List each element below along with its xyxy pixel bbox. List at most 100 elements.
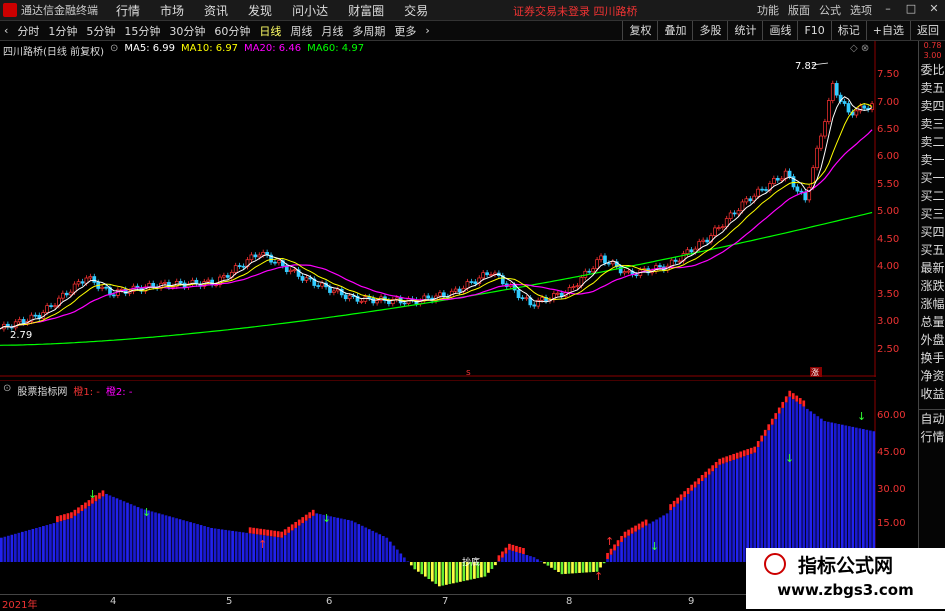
indicator-bar-top: [630, 527, 634, 534]
period-multi[interactable]: 多周期: [352, 23, 385, 39]
settings-icon[interactable]: ⊙: [110, 43, 118, 58]
menu-formula[interactable]: 公式: [819, 2, 841, 18]
candlestick-chart[interactable]: 7.82 2.79 s 涨: [0, 41, 876, 377]
indicator-bar-top: [101, 490, 105, 497]
side-buy2[interactable]: 买二: [919, 187, 945, 205]
indicator-bar: [0, 537, 3, 562]
tb-f10[interactable]: F10: [797, 21, 830, 40]
side-auto[interactable]: 自动: [919, 409, 945, 428]
indicator-bar: [434, 562, 438, 584]
signal-arrow-icon: ↓: [785, 452, 794, 465]
tb-add-watch[interactable]: +自选: [865, 21, 910, 40]
side-buy5[interactable]: 买五: [919, 241, 945, 259]
candle-body: [347, 295, 352, 300]
minimize-icon[interactable]: –: [881, 2, 895, 18]
indicator-bar: [189, 522, 192, 562]
menu-exchange[interactable]: 市场: [160, 2, 184, 19]
tb-mark[interactable]: 标记: [830, 21, 866, 40]
menu-market[interactable]: 行情: [116, 2, 140, 19]
indicator-bar: [94, 501, 98, 562]
tb-multi-stock[interactable]: 多股: [692, 21, 727, 40]
indicator-bar: [525, 555, 529, 562]
indicator-bar: [676, 503, 679, 562]
stock-name: 四川路桥(日线 前复权): [3, 47, 104, 58]
tb-overlay[interactable]: 叠加: [657, 21, 692, 40]
tb-prev-icon[interactable]: ‹: [4, 24, 8, 37]
period-60min[interactable]: 60分钟: [214, 23, 250, 39]
menu-layout[interactable]: 版面: [788, 2, 810, 18]
side-netasset[interactable]: 净资: [919, 367, 945, 385]
side-sell4[interactable]: 卖四: [919, 97, 945, 115]
period-weekly[interactable]: 周线: [290, 23, 312, 39]
tb-stats[interactable]: 统计: [727, 21, 762, 40]
period-30min[interactable]: 30分钟: [169, 23, 205, 39]
sub-settings-icon[interactable]: ⊙: [3, 383, 11, 398]
indicator-bar-top: [262, 529, 266, 536]
indicator-bar: [574, 562, 578, 574]
indicator-bar: [704, 477, 708, 562]
indicator-chart[interactable]: ↓ ↓ ↓ ↓ ↓ ↓ ↑ ↑ ↑ 抄底: [0, 380, 876, 593]
indicator-bar-top: [59, 515, 63, 522]
menu-news[interactable]: 资讯: [204, 2, 228, 19]
menu-function[interactable]: 功能: [757, 2, 779, 18]
side-weibi[interactable]: 委比: [919, 61, 945, 79]
period-toolbar: ‹ 分时 1分钟 5分钟 15分钟 30分钟 60分钟 日线 周线 月线 多周期…: [0, 21, 945, 41]
candle-body: [17, 319, 22, 323]
side-earnings[interactable]: 收益: [919, 385, 945, 403]
indicator-bar-top: [725, 456, 729, 463]
side-outer[interactable]: 外盘: [919, 331, 945, 349]
tb-adjust[interactable]: 复权: [622, 21, 657, 40]
indicator-bar: [756, 447, 760, 562]
indicator-bar: [154, 512, 157, 562]
side-sell3[interactable]: 卖三: [919, 115, 945, 133]
side-sell1[interactable]: 卖一: [919, 151, 945, 169]
candle-body: [206, 279, 211, 282]
indicator-bar-top: [721, 457, 725, 464]
menu-wealth[interactable]: 财富圈: [348, 2, 384, 19]
maximize-icon[interactable]: □: [904, 2, 918, 18]
indicator-bar: [623, 537, 627, 562]
login-notice[interactable]: 证券交易未登录 四川路桥: [513, 3, 638, 19]
period-1min[interactable]: 1分钟: [48, 23, 77, 39]
tb-draw[interactable]: 画线: [762, 21, 797, 40]
side-latest[interactable]: 最新: [919, 259, 945, 277]
side-sell2[interactable]: 卖二: [919, 133, 945, 151]
side-quote[interactable]: 行情: [919, 428, 945, 446]
indicator-bar: [634, 531, 637, 562]
indicator-bar: [861, 429, 865, 562]
diamond-icon[interactable]: ◇ ⊗: [850, 43, 869, 54]
side-change[interactable]: 涨跌: [919, 277, 945, 295]
indicator-bar-top: [56, 516, 59, 523]
menu-trade[interactable]: 交易: [404, 2, 428, 19]
period-intraday[interactable]: 分时: [17, 23, 39, 39]
side-change-pct[interactable]: 涨幅: [919, 295, 945, 313]
close-icon[interactable]: ✕: [927, 2, 941, 18]
period-5min[interactable]: 5分钟: [86, 23, 115, 39]
indicator-bar: [805, 408, 809, 562]
menu-ask[interactable]: 问小达: [292, 2, 328, 19]
candle-body: [225, 275, 230, 278]
candle-body: [830, 83, 835, 101]
side-buy4[interactable]: 买四: [919, 223, 945, 241]
period-daily[interactable]: 日线: [259, 23, 281, 39]
candle-body: [163, 282, 167, 284]
side-buy3[interactable]: 买三: [919, 205, 945, 223]
indicator-bar: [273, 536, 277, 562]
side-volume[interactable]: 总量: [919, 313, 945, 331]
tb-back[interactable]: 返回: [910, 21, 945, 40]
period-15min[interactable]: 15分钟: [124, 23, 160, 39]
period-monthly[interactable]: 月线: [321, 23, 343, 39]
indicator-bar-top: [311, 509, 315, 516]
candle-body: [701, 239, 706, 242]
side-sell5[interactable]: 卖五: [919, 79, 945, 97]
candle-body: [473, 281, 478, 284]
indicator-bar: [353, 522, 357, 562]
indicator-bar: [613, 550, 616, 562]
side-buy1[interactable]: 买一: [919, 169, 945, 187]
menu-discover[interactable]: 发现: [248, 2, 272, 19]
side-turnover[interactable]: 换手: [919, 349, 945, 367]
chevron-right-icon[interactable]: ›: [425, 24, 429, 37]
indicator-bar: [129, 504, 133, 562]
period-more[interactable]: 更多: [394, 23, 416, 39]
menu-options[interactable]: 选项: [850, 2, 872, 18]
